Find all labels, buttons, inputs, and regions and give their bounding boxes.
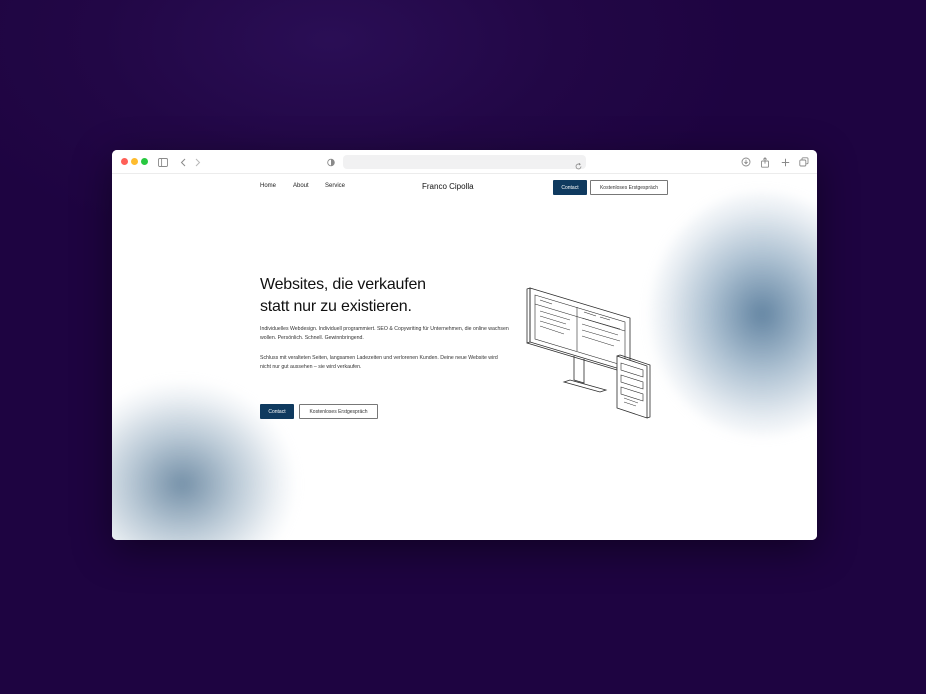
forward-icon[interactable] bbox=[191, 155, 205, 169]
hero-intro-text: Individuelles Webdesign. Individuell pro… bbox=[260, 326, 509, 341]
download-icon[interactable] bbox=[739, 155, 753, 169]
close-window-button[interactable] bbox=[121, 158, 128, 165]
hero-secondary-text: Schluss mit veralteten Seiten, langsamen… bbox=[260, 355, 498, 370]
browser-toolbar bbox=[112, 150, 817, 174]
back-icon[interactable] bbox=[176, 155, 190, 169]
hero-contact-button[interactable]: Contact bbox=[260, 404, 294, 419]
hero-title-line-2: statt nur zu existieren. bbox=[260, 298, 412, 315]
devices-illustration bbox=[524, 284, 659, 423]
reload-icon[interactable] bbox=[574, 156, 583, 175]
hero-consultation-button[interactable]: Kostenloses Erstgespräch bbox=[299, 404, 378, 419]
hero-title-line-1: Websites, die verkaufen bbox=[260, 276, 426, 293]
nav-contact-button[interactable]: Contact bbox=[553, 180, 587, 195]
share-icon[interactable] bbox=[758, 155, 772, 169]
tabs-overview-icon[interactable] bbox=[797, 155, 811, 169]
sidebar-icon[interactable] bbox=[156, 155, 170, 169]
address-bar[interactable] bbox=[343, 155, 586, 170]
new-tab-icon[interactable] bbox=[778, 155, 792, 169]
zoom-window-button[interactable] bbox=[141, 158, 148, 165]
browser-window: Home About Service Franco Cipolla Contac… bbox=[112, 150, 817, 540]
nav-link-service[interactable]: Service bbox=[325, 183, 345, 189]
website-viewport: Home About Service Franco Cipolla Contac… bbox=[112, 174, 817, 540]
minimize-window-button[interactable] bbox=[131, 158, 138, 165]
hero-title: Websites, die verkaufen statt nur zu exi… bbox=[260, 274, 490, 318]
site-navigation: Home About Service Franco Cipolla Contac… bbox=[112, 174, 817, 202]
nav-link-home[interactable]: Home bbox=[260, 183, 276, 189]
nav-consultation-button[interactable]: Kostenloses Erstgespräch bbox=[590, 180, 668, 195]
nav-link-about[interactable]: About bbox=[293, 183, 309, 189]
decorative-gradient-right bbox=[652, 194, 817, 434]
privacy-shield-icon[interactable] bbox=[324, 155, 338, 169]
site-brand[interactable]: Franco Cipolla bbox=[422, 182, 474, 191]
